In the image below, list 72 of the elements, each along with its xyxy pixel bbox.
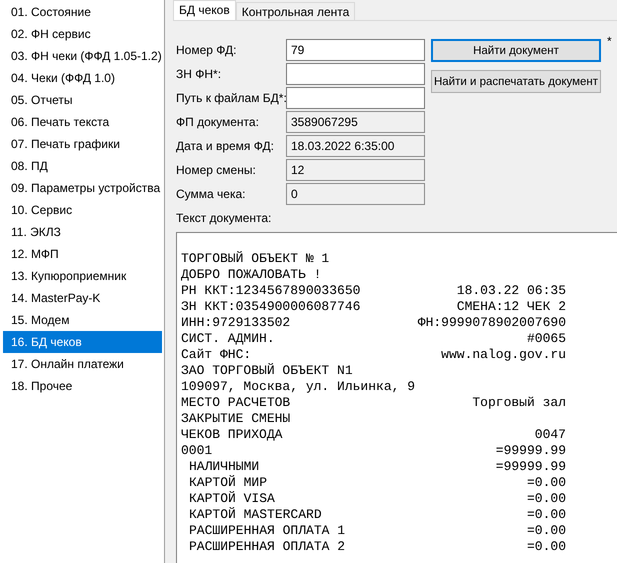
receipt-value: =0.00 bbox=[526, 539, 566, 555]
sidebar-item[interactable]: 13. Купюроприемник bbox=[3, 265, 162, 287]
receipt-value: Торговый зал bbox=[472, 395, 566, 411]
receipt-text: ЗАКРЫТИЕ СМЕНЫ bbox=[181, 411, 290, 427]
sidebar-item[interactable]: 17. Онлайн платежи bbox=[3, 353, 162, 375]
field-label: ФП документа: bbox=[176, 114, 260, 131]
receipt-text: МЕСТО РАСЧЕТОВ bbox=[181, 395, 290, 411]
sidebar-item[interactable]: 07. Печать графики bbox=[3, 133, 162, 155]
receipt-text: НАЛИЧНЫМИ bbox=[188, 459, 260, 475]
receipt-text: 109097, Москва, ул. Ильинка, 9 bbox=[181, 379, 416, 395]
receipt-value: #0065 bbox=[526, 331, 566, 347]
note-text: * bbox=[607, 35, 613, 48]
receipt-value: =99999.99 bbox=[496, 459, 566, 475]
tab[interactable]: Контрольная лента bbox=[236, 2, 356, 20]
tab[interactable]: БД чеков bbox=[173, 0, 236, 20]
input-field[interactable] bbox=[286, 63, 425, 85]
receipt-text: ДОБРО ПОЖАЛОВАТЬ ! bbox=[181, 267, 322, 283]
find-button[interactable]: Найти документ bbox=[431, 39, 601, 62]
field-label: ЗН ФН*: bbox=[176, 66, 222, 83]
receipt-text: СИСТ. АДМИН. bbox=[181, 331, 275, 347]
field-label: Номер смены: bbox=[176, 162, 257, 179]
receipt-text: ТОРГОВЫЙ ОБЪЕКТ № 1 bbox=[181, 251, 330, 267]
receipt-text: ЗАО ТОРГОВЫЙ ОБЪЕКТ N1 bbox=[181, 363, 353, 379]
receipt-text: РН ККТ:1234567890033650 bbox=[181, 283, 360, 299]
input-field[interactable]: 0 bbox=[286, 183, 425, 205]
receipt-value: =99999.99 bbox=[496, 443, 566, 459]
receipt-value: =0.00 bbox=[526, 475, 566, 491]
receipt-text: РАСШИРЕННАЯ ОПЛАТА 1 bbox=[188, 523, 346, 539]
input-field[interactable]: 18.03.2022 6:35:00 bbox=[286, 135, 425, 157]
sidebar-item[interactable]: 16. БД чеков bbox=[3, 331, 162, 353]
receipt-value: 18.03.22 06:35 bbox=[456, 283, 566, 299]
receipt-text: КАРТОЙ VISA bbox=[188, 491, 275, 507]
field-label: Сумма чека: bbox=[176, 186, 246, 203]
receipt-text: Сайт ФНС: bbox=[181, 347, 252, 363]
sidebar-item[interactable]: 02. ФН сервис bbox=[3, 23, 162, 45]
receipt-value: =0.00 bbox=[526, 491, 566, 507]
field-label: Дата и время ФД: bbox=[176, 138, 275, 155]
field-label: Номер ФД: bbox=[176, 42, 238, 59]
receipt-value: ФН:9999078902007690 bbox=[418, 315, 566, 331]
field-label: Путь к файлам БД*: bbox=[176, 90, 286, 107]
sidebar-item[interactable]: 12. МФП bbox=[3, 243, 162, 265]
receipt-value: www.nalog.gov.ru bbox=[441, 347, 566, 363]
receipt-text: ЗН ККТ:0354900006087746 bbox=[181, 299, 360, 315]
find-button[interactable]: Найти и распечатать документ bbox=[431, 70, 601, 93]
sidebar-item[interactable]: 06. Печать текста bbox=[3, 111, 162, 133]
input-field[interactable] bbox=[286, 87, 425, 109]
sidebar-item[interactable]: 14. MasterPay-K bbox=[3, 287, 162, 309]
input-field[interactable]: 3589067295 bbox=[286, 111, 425, 133]
receipt-text: 0001 bbox=[181, 443, 212, 459]
sidebar-item[interactable]: 05. Отчеты bbox=[3, 89, 162, 111]
input-field[interactable]: 12 bbox=[286, 159, 425, 181]
receipt-text: ЧЕКОВ ПРИХОДА bbox=[181, 427, 282, 443]
sidebar-item[interactable]: 08. ПД bbox=[3, 155, 162, 177]
receipt-value: 0047 bbox=[534, 427, 566, 443]
input-field[interactable]: 79 bbox=[286, 39, 425, 61]
sidebar-item[interactable]: 18. Прочее bbox=[3, 375, 162, 397]
sidebar-item[interactable]: 03. ФН чеки (ФФД 1.05-1.2) bbox=[3, 45, 162, 67]
sidebar-item[interactable]: 01. Состояние bbox=[3, 1, 162, 23]
sidebar-item[interactable]: 10. Сервис bbox=[3, 199, 162, 221]
sidebar-item[interactable]: 04. Чеки (ФФД 1.0) bbox=[3, 67, 162, 89]
sidebar-item[interactable]: 15. Модем bbox=[3, 309, 162, 331]
document-label: Текст документа: bbox=[176, 210, 272, 226]
sidebar-item[interactable]: 11. ЭКЛЗ bbox=[3, 221, 162, 243]
receipt-text: КАРТОЙ MASTERCARD bbox=[188, 507, 322, 523]
receipt-value: СМЕНА:12 ЧЕК 2 bbox=[456, 299, 566, 315]
receipt-text: КАРТОЙ МИР bbox=[188, 475, 268, 491]
document-text-area[interactable] bbox=[176, 232, 617, 563]
receipt-value: =0.00 bbox=[526, 523, 566, 539]
receipt-value: =0.00 bbox=[526, 507, 566, 523]
sidebar-item[interactable]: 09. Параметры устройства bbox=[3, 177, 162, 199]
receipt-text: ИНН:9729133502 bbox=[181, 315, 290, 331]
receipt-text: РАСШИРЕННАЯ ОПЛАТА 2 bbox=[188, 539, 346, 555]
